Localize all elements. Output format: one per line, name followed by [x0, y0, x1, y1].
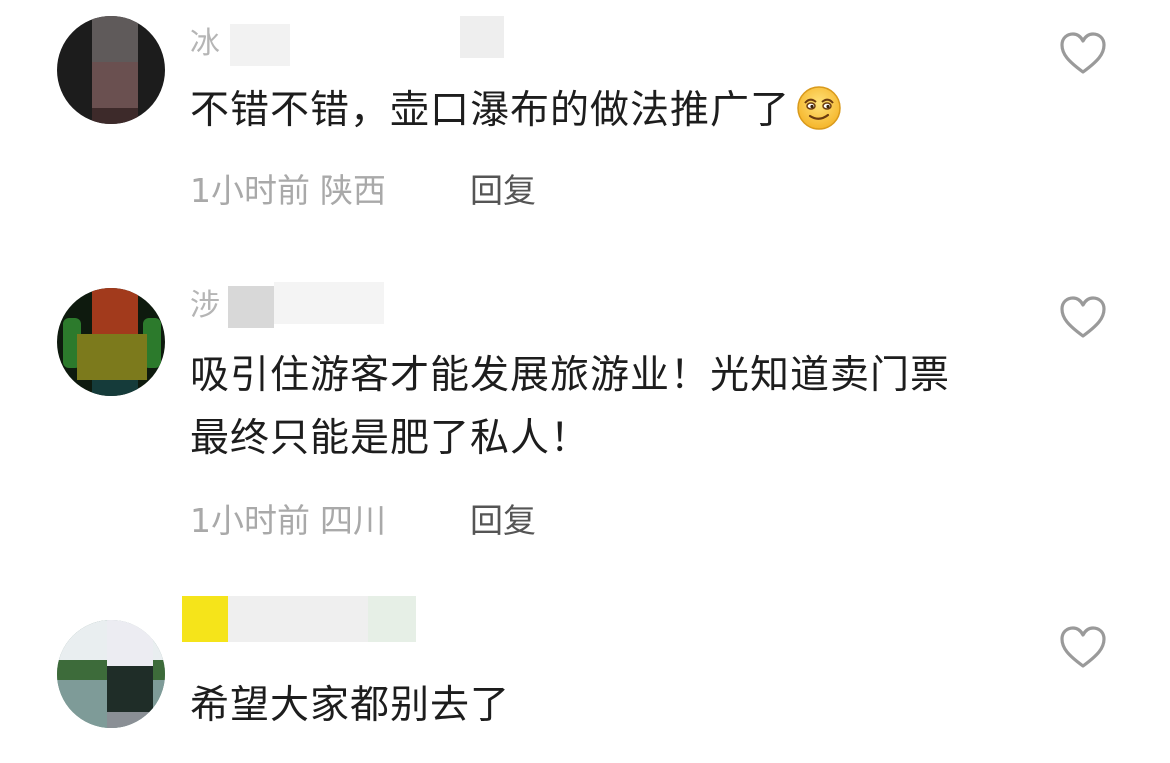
username-blur	[368, 596, 416, 642]
username[interactable]: 涉	[190, 282, 384, 328]
username-blur	[274, 282, 384, 324]
comment-meta: 1小时前 陕西	[190, 168, 386, 214]
username-blur	[228, 286, 274, 328]
comment-location: 四川	[320, 501, 386, 540]
heart-outline-icon[interactable]	[1058, 294, 1108, 340]
reply-button[interactable]: 回复	[470, 498, 536, 544]
comment-text: 吸引住游客才能发展旅游业！光知道卖门票最终只能是肥了私人！	[190, 353, 951, 461]
comment-text: 不错不错，壶口瀑布的做法推广了	[190, 79, 970, 142]
avatar[interactable]	[57, 16, 165, 124]
heart-outline-icon[interactable]	[1058, 30, 1108, 76]
reply-button[interactable]: 回复	[470, 168, 536, 214]
comment-time: 1小时前	[190, 501, 310, 540]
comment-item: 希望大家都别去了	[0, 580, 1170, 763]
heart-outline-icon[interactable]	[1058, 624, 1108, 670]
username-blur	[228, 596, 368, 642]
smiling-face-emoji	[797, 86, 841, 130]
avatar[interactable]	[57, 288, 165, 396]
comment-item: 涉 吸引住游客才能发展旅游业！光知道卖门票最终只能是肥了私人！ 1小时前 四川 回…	[0, 250, 1170, 580]
username-text: 涉	[190, 288, 220, 323]
comment-item: 冰 不错不错，壶口瀑布的做法推广了 1小时前 陕西 回复	[0, 0, 1170, 250]
avatar[interactable]	[57, 620, 165, 728]
username-blur	[460, 16, 504, 58]
comment-time: 1小时前	[190, 171, 310, 210]
username[interactable]	[182, 596, 450, 654]
username-blur	[230, 24, 290, 66]
comment-text-content: 不错不错，壶口瀑布的做法推广了	[190, 88, 791, 133]
comment-meta: 1小时前 四川	[190, 498, 386, 544]
username[interactable]: 冰	[190, 16, 504, 66]
username-text: 冰	[190, 26, 220, 61]
comment-location: 陕西	[320, 171, 386, 210]
username-blur	[182, 596, 228, 642]
comment-text: 希望大家都别去了	[190, 683, 511, 728]
